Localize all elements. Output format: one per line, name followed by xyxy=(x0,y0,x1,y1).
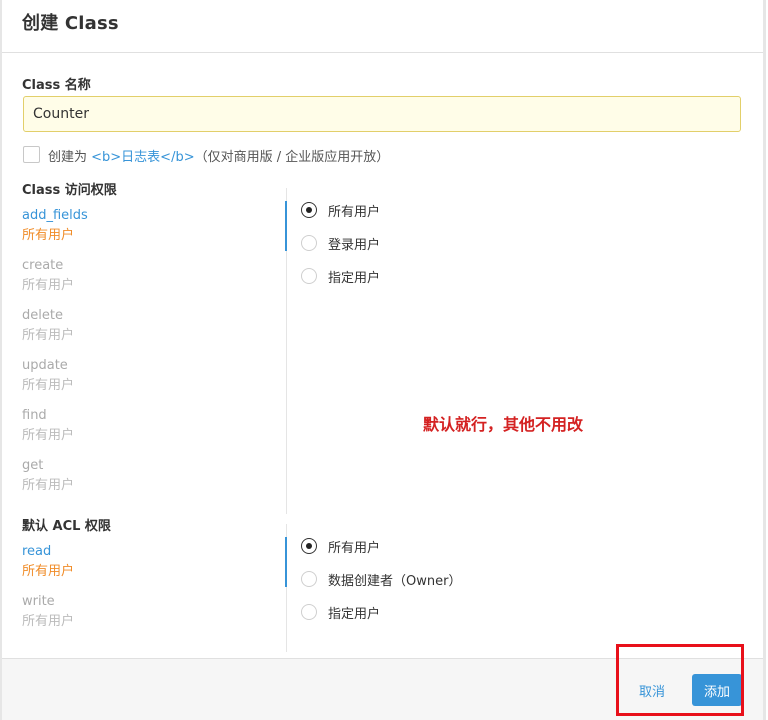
dialog-right-edge xyxy=(763,0,766,720)
acl-name: read xyxy=(22,544,52,559)
permission-value: 所有用户 xyxy=(22,328,75,343)
permission-item-get[interactable]: get 所有用户 xyxy=(22,456,74,496)
radio-label: 登录用户 xyxy=(328,237,381,253)
add-button[interactable]: 添加 xyxy=(692,674,742,706)
radio-icon[interactable] xyxy=(301,235,317,251)
active-acl-indicator xyxy=(285,537,287,587)
log-table-suffix: （仅对商用版 / 企业版应用开放） xyxy=(194,150,390,165)
permission-item-find[interactable]: find 所有用户 xyxy=(22,406,74,446)
radio-icon[interactable] xyxy=(301,571,317,587)
permission-value: 所有用户 xyxy=(22,278,75,293)
radio-label: 数据创建者（Owner） xyxy=(328,573,462,589)
log-table-prefix: 创建为 xyxy=(48,150,92,165)
permission-name: get xyxy=(22,458,44,473)
radio-icon[interactable] xyxy=(301,604,317,620)
default-acl-title: 默认 ACL 权限 xyxy=(22,519,111,534)
acl-radio-all-users[interactable]: 所有用户 xyxy=(301,536,380,556)
permission-value: 所有用户 xyxy=(22,428,75,443)
log-table-checkbox[interactable] xyxy=(23,146,40,163)
acl-name: write xyxy=(22,594,55,609)
acl-value: 所有用户 xyxy=(22,614,75,629)
class-name-label: Class 名称 xyxy=(22,78,91,93)
dialog-left-edge xyxy=(0,0,2,720)
permission-item-create[interactable]: create 所有用户 xyxy=(22,256,74,296)
radio-option-specific-users[interactable]: 指定用户 xyxy=(301,266,380,286)
cancel-button[interactable]: 取消 xyxy=(628,675,676,705)
radio-label: 指定用户 xyxy=(328,270,381,286)
active-permission-indicator xyxy=(285,201,287,251)
permission-name: delete xyxy=(22,308,63,323)
permission-item-update[interactable]: update 所有用户 xyxy=(22,356,74,396)
acl-item-read[interactable]: read 所有用户 xyxy=(22,542,74,582)
radio-label: 指定用户 xyxy=(328,606,381,622)
radio-label: 所有用户 xyxy=(328,540,381,556)
radio-label: 所有用户 xyxy=(328,204,381,220)
radio-option-all-users[interactable]: 所有用户 xyxy=(301,200,380,220)
permission-name: create xyxy=(22,258,64,273)
class-access-title: Class 访问权限 xyxy=(22,183,117,198)
permission-item-add-fields[interactable]: add_fields 所有用户 xyxy=(22,206,88,246)
permission-value: 所有用户 xyxy=(22,228,75,243)
permission-name: find xyxy=(22,408,47,423)
radio-option-logged-in-users[interactable]: 登录用户 xyxy=(301,233,380,253)
acl-value: 所有用户 xyxy=(22,564,75,579)
radio-selected-icon[interactable] xyxy=(301,202,317,218)
permission-value: 所有用户 xyxy=(22,378,75,393)
header-divider xyxy=(2,52,763,53)
permission-name: update xyxy=(22,358,68,373)
dialog-title: 创建 Class xyxy=(22,13,119,34)
radio-selected-icon[interactable] xyxy=(301,538,317,554)
create-class-dialog: 创建 Class Class 名称 创建为 <b>日志表</b>（仅对商用版 /… xyxy=(0,0,768,720)
log-table-option: 创建为 <b>日志表</b>（仅对商用版 / 企业版应用开放） xyxy=(48,146,389,165)
radio-icon[interactable] xyxy=(301,268,317,284)
permission-name: add_fields xyxy=(22,208,88,223)
acl-radio-owner[interactable]: 数据创建者（Owner） xyxy=(301,569,461,589)
log-table-link[interactable]: <b>日志表</b> xyxy=(91,150,194,165)
class-name-input[interactable] xyxy=(23,96,741,132)
annotation-note: 默认就行，其他不用改 xyxy=(423,415,584,434)
permission-value: 所有用户 xyxy=(22,478,75,493)
acl-radio-specific-users[interactable]: 指定用户 xyxy=(301,602,380,622)
acl-item-write[interactable]: write 所有用户 xyxy=(22,592,74,632)
permission-item-delete[interactable]: delete 所有用户 xyxy=(22,306,74,346)
